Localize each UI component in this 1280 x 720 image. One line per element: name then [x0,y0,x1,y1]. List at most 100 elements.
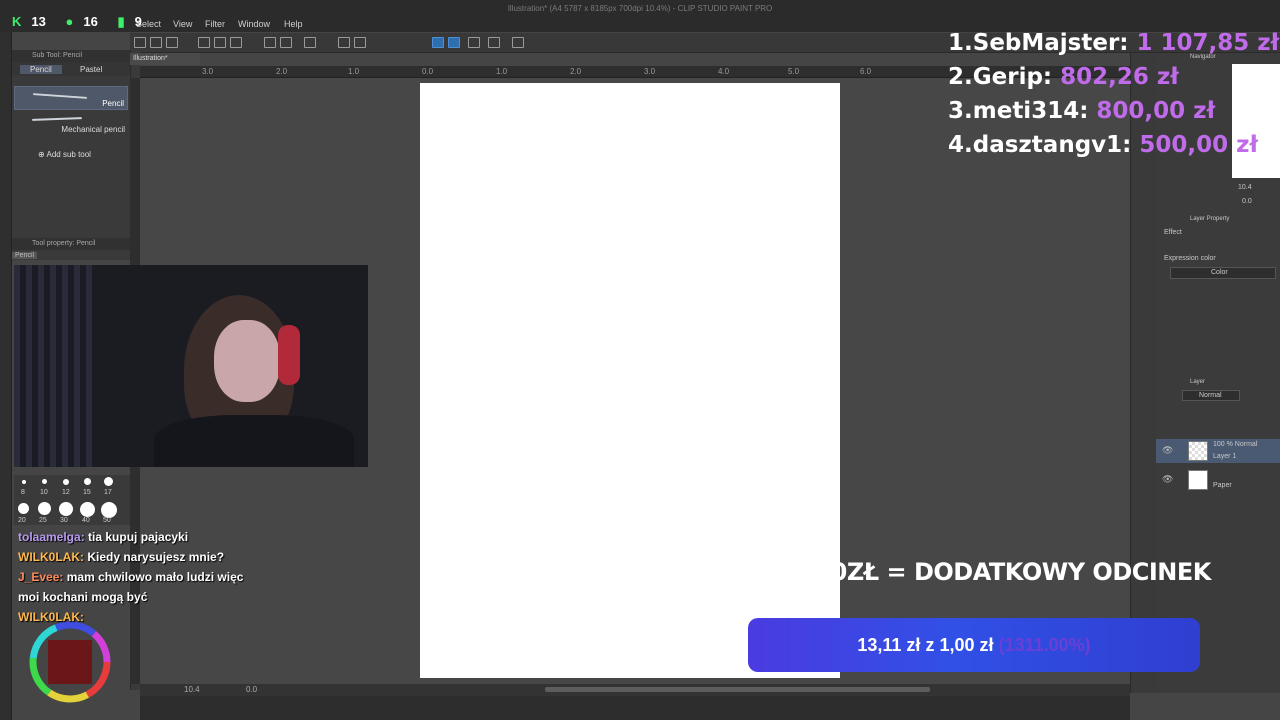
subtool-pencil-label: Pencil [102,99,124,108]
edit-icon[interactable] [150,37,162,48]
chat-username: tolaamelga: [18,530,85,544]
fill-icon[interactable] [338,37,350,48]
goal-target: 1,00 zł [939,635,994,655]
camera-icon[interactable] [166,37,178,48]
brush-size-label: 12 [62,489,70,496]
layer-name: Layer 1 [1213,453,1237,460]
brush-size-dot[interactable] [80,502,95,517]
brush-size-dot[interactable] [22,480,26,484]
settings-icon[interactable] [512,37,524,48]
subtool-tabs: Pencil Pastel [12,62,130,76]
donor-amount: 1 107,85 zł [1136,30,1280,56]
tab-pastel[interactable]: Pastel [80,65,102,74]
menu-view[interactable]: View [173,19,192,29]
donor-name: meti314: [972,98,1089,124]
brush-size-label: 20 [18,517,26,524]
brush-size-dot[interactable] [59,502,73,516]
snap-ruler-icon[interactable] [432,37,444,48]
ruler-tick: 4.0 [718,67,730,76]
ruler-icon[interactable] [468,37,480,48]
goal-title: KAŻDE 200ZŁ = DODATKOWY ODCINEK [702,558,1211,586]
brush-size-dot[interactable] [38,502,51,515]
blend-mode-select[interactable]: Normal [1182,390,1240,401]
brush-size-dot[interactable] [42,479,47,484]
pencil-stroke-preview [32,93,88,99]
chat-message: tolaamelga: tia kupuj pajacyki [18,527,248,547]
brush-size-dot[interactable] [84,478,91,485]
eye-icon[interactable]: 👁 [1162,445,1173,456]
save-icon[interactable] [230,37,242,48]
layer-row-layer1[interactable]: 👁 100 % Normal Layer 1 [1156,439,1280,463]
menu-help[interactable]: Help [284,19,303,29]
tool-property-tab[interactable]: Pencil [12,252,38,259]
donor-rank: 2. [948,64,973,90]
brush-size-dot[interactable] [63,479,69,485]
subtool-pencil[interactable]: Pencil [14,86,128,110]
brush-size-label: 50 [103,517,111,524]
goal-separator: z [925,635,935,655]
color-wheel[interactable] [14,620,128,710]
grid-icon[interactable] [488,37,500,48]
nav-angle-value[interactable]: 0.0 [1242,198,1252,205]
color-mode-value: Color [1211,269,1228,276]
person-body [154,415,354,467]
subtool-header: Sub Tool: Pencil [12,50,130,62]
snap-special-icon[interactable] [448,37,460,48]
goal-percent: (1311.00%) [998,635,1091,655]
ruler-tick: 3.0 [202,67,214,76]
donor-amount: 802,26 zł [1060,64,1179,90]
donor-amount: 500,00 zł [1139,132,1259,158]
angle-readout[interactable]: 0.0 [246,685,257,694]
brush-size-label: 30 [60,517,68,524]
chat-text: Kiedy narysujesz mnie? [87,550,225,564]
donor-name: dasztangv1: [972,132,1132,158]
background-panel [14,265,94,467]
deselect-icon[interactable] [304,37,316,48]
brush-size-dot[interactable] [104,477,113,486]
horizontal-scrollbar[interactable] [545,687,930,692]
layer-panel-tab[interactable]: Layer [1190,379,1205,385]
zoom-readout[interactable]: 10.4 [184,685,200,694]
tool-palette[interactable] [0,32,12,720]
ruler-tick: 6.0 [860,67,872,76]
stream-stats: K 13 ● 16 ▮ 9 [12,14,152,30]
brush-size-label: 17 [104,489,112,496]
brush-size-dot[interactable] [18,503,29,514]
donor-row: 4.dasztangv1: 500,00 zł [948,128,1279,162]
menu-icon[interactable] [134,37,146,48]
layer-name: Paper [1213,482,1232,489]
undo-icon[interactable] [264,37,276,48]
nav-zoom-value[interactable]: 10.4 [1238,184,1252,191]
menu-filter[interactable]: Filter [205,19,225,29]
donor-row: 2.Gerip: 802,26 zł [948,60,1279,94]
brush-size-label: 25 [39,517,47,524]
redo-icon[interactable] [280,37,292,48]
stat-value: 16 [83,14,98,29]
donor-amount: 800,00 zł [1096,98,1216,124]
brush-size-label: 10 [40,489,48,496]
open-icon[interactable] [214,37,226,48]
tab-pencil[interactable]: Pencil [20,65,62,74]
chat-username: WILK0LAK: [18,610,84,624]
brush-size-label: 8 [21,489,25,496]
window-title: Illustration* (A4 5787 x 8185px 700dpi 1… [0,0,1280,18]
document-tab[interactable]: Illustration* [130,53,200,65]
paper-canvas[interactable] [420,83,840,678]
color-mode-select[interactable]: Color [1170,267,1276,279]
ruler-tick: 3.0 [644,67,656,76]
brush-size-palette[interactable]: 8 10 12 15 17 20 25 30 40 50 [14,475,130,525]
menu-window[interactable]: Window [238,19,270,29]
chat-message: WILK0LAK: Kiedy narysujesz mnie? [18,547,248,567]
subtool-mechanical-pencil[interactable]: Mechanical pencil [14,112,128,136]
chat-username: J_Evee: [18,570,64,584]
layer-row-paper[interactable]: 👁 Paper [1156,468,1280,492]
brush-size-dot[interactable] [101,502,117,518]
add-sub-tool-button[interactable]: ⊕ Add sub tool [38,150,91,159]
transform-icon[interactable] [354,37,366,48]
goal-current: 13,11 zł [857,635,921,655]
new-icon[interactable] [198,37,210,48]
eye-icon[interactable]: 👁 [1162,474,1173,485]
chat-username: WILK0LAK: [18,550,84,564]
paper-thumbnail [1188,470,1208,490]
goal-progress-bar: 13,11 zł z 1,00 zł (1311.00%) [748,618,1200,672]
